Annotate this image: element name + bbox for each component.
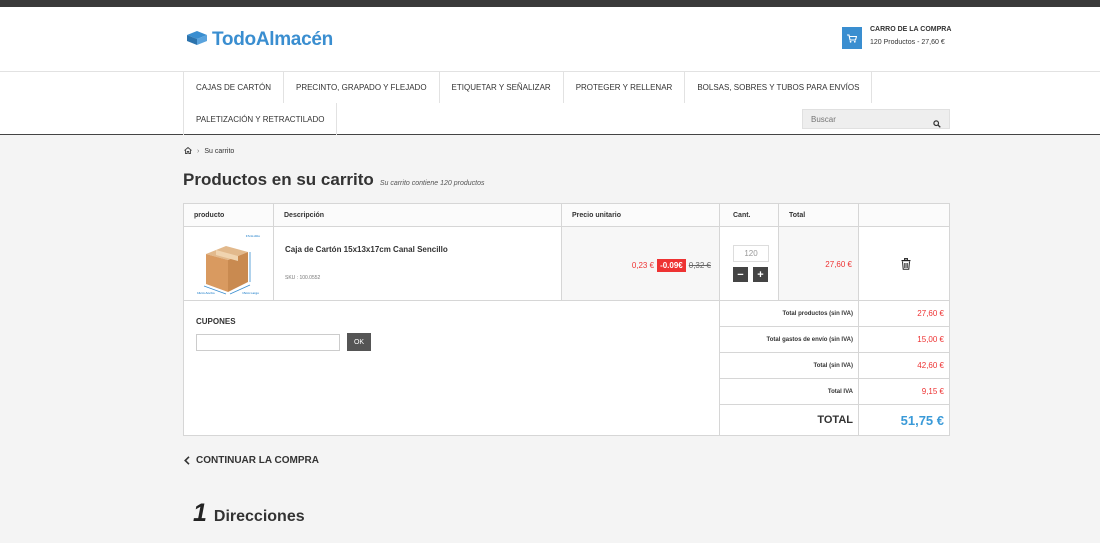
home-icon[interactable] bbox=[184, 146, 192, 156]
page-heading: Productos en su carrito bbox=[183, 170, 374, 189]
qty-cell: − + bbox=[720, 227, 779, 301]
cart-title: CARRO DE LA COMPRA bbox=[870, 26, 952, 33]
th-actions bbox=[859, 204, 949, 227]
product-image-cell: 17cm Alto 13cm Ancho 15cm Largo bbox=[184, 227, 274, 301]
th-total: Total bbox=[779, 204, 859, 227]
th-qty: Cant. bbox=[720, 204, 779, 227]
th-unit-price: Precio unitario bbox=[562, 204, 720, 227]
header: TodoAlmacén CARRO DE LA COMPRA 120 Produ… bbox=[0, 7, 1100, 72]
coupon-input[interactable] bbox=[196, 334, 340, 351]
delete-cell bbox=[859, 227, 949, 301]
nav-row-2: PALETIZACIÓN Y RETRACTILADO bbox=[183, 103, 338, 135]
header-cart[interactable]: CARRO DE LA COMPRA 120 Productos - 27,60… bbox=[842, 26, 951, 49]
logo[interactable]: TodoAlmacén bbox=[185, 29, 333, 51]
cart-icon[interactable] bbox=[842, 27, 862, 49]
product-description-cell: Caja de Cartón 15x13x17cm Canal Sencillo… bbox=[274, 227, 562, 301]
unit-price-cell: 0,23 € -0.09€ 0,32 € bbox=[562, 227, 720, 301]
breadcrumb-current: Su carrito bbox=[204, 148, 235, 155]
logo-text: TodoAlmacén bbox=[212, 29, 333, 50]
summary-value: 42,60 € bbox=[917, 361, 944, 370]
search-input[interactable] bbox=[803, 114, 923, 124]
nav-row-1: CAJAS DE CARTÓN PRECINTO, GRAPADO Y FLEJ… bbox=[183, 72, 873, 103]
breadcrumb: › Su carrito bbox=[184, 146, 235, 156]
unit-price: 0,23 € bbox=[631, 261, 655, 270]
summary-total-row: TOTAL 51,75 € bbox=[720, 405, 950, 435]
decrease-qty-button[interactable]: − bbox=[733, 267, 748, 282]
total-label: TOTAL bbox=[720, 405, 859, 435]
product-image[interactable]: 17cm Alto 13cm Ancho 15cm Largo bbox=[196, 232, 260, 296]
top-bar bbox=[0, 0, 1100, 7]
th-description: Descripción bbox=[274, 204, 562, 227]
increase-qty-button[interactable]: + bbox=[753, 267, 768, 282]
breadcrumb-chevron-icon: › bbox=[197, 148, 200, 155]
quantity-input[interactable] bbox=[733, 245, 769, 262]
row-total-cell: 27,60 € bbox=[779, 227, 859, 301]
image-label-alto: 17cm Alto bbox=[245, 234, 260, 238]
nav-item-bolsas[interactable]: BOLSAS, SOBRES Y TUBOS PARA ENVÍOS bbox=[685, 72, 873, 103]
old-price: 0,32 € bbox=[688, 261, 711, 270]
cart-table: producto Descripción Precio unitario Can… bbox=[183, 203, 950, 436]
summary-label: Total productos (sin IVA) bbox=[720, 301, 859, 326]
step-number: 1 bbox=[193, 499, 207, 527]
th-product: producto bbox=[184, 204, 274, 227]
summary-value: 9,15 € bbox=[921, 387, 944, 396]
image-label-ancho: 13cm Ancho bbox=[197, 291, 215, 295]
summary-value: 15,00 € bbox=[917, 335, 944, 344]
coupons-title: CUPONES bbox=[196, 317, 236, 326]
summary-row: Total gastos de envío (sin IVA) 15,00 € bbox=[720, 327, 950, 353]
summary-row: Total productos (sin IVA) 27,60 € bbox=[720, 301, 950, 327]
summary-row: Total IVA 9,15 € bbox=[720, 379, 950, 405]
discount-badge: -0.09€ bbox=[657, 259, 686, 272]
continue-shopping-link[interactable]: CONTINUAR LA COMPRA bbox=[184, 455, 319, 466]
page-title: Productos en su carrito Su carrito conti… bbox=[183, 170, 485, 190]
product-sku: SKU : 100.0552 bbox=[285, 275, 321, 281]
total-value: 51,75 € bbox=[900, 412, 944, 428]
coupons-section: CUPONES OK bbox=[184, 301, 720, 436]
product-name[interactable]: Caja de Cartón 15x13x17cm Canal Sencillo bbox=[285, 245, 448, 254]
main-nav: CAJAS DE CARTÓN PRECINTO, GRAPADO Y FLEJ… bbox=[0, 71, 1100, 135]
search-icon[interactable] bbox=[933, 115, 941, 133]
nav-item-paletizacion[interactable]: PALETIZACIÓN Y RETRACTILADO bbox=[183, 103, 338, 135]
nav-item-etiquetar[interactable]: ETIQUETAR Y SEÑALIZAR bbox=[440, 72, 564, 103]
coupon-ok-button[interactable]: OK bbox=[347, 333, 371, 351]
continue-shopping-label: CONTINUAR LA COMPRA bbox=[196, 455, 319, 466]
nav-item-cajas[interactable]: CAJAS DE CARTÓN bbox=[183, 72, 284, 103]
summary-label: Total IVA bbox=[720, 379, 859, 404]
step-title: Direcciones bbox=[213, 508, 305, 525]
trash-icon[interactable] bbox=[901, 257, 911, 275]
summary-value: 27,60 € bbox=[917, 309, 944, 318]
nav-item-precinto[interactable]: PRECINTO, GRAPADO Y FLEJADO bbox=[284, 72, 440, 103]
row-total: 27,60 € bbox=[825, 260, 852, 269]
summary-label: Total (sin IVA) bbox=[720, 353, 859, 378]
cart-summary: 120 Productos - 27,60 € bbox=[870, 39, 945, 46]
chevron-left-icon bbox=[184, 456, 190, 465]
step-heading: 1 Direcciones bbox=[193, 499, 305, 528]
image-label-largo: 15cm Largo bbox=[242, 291, 259, 295]
page-subtitle: Su carrito contiene 120 productos bbox=[379, 180, 485, 187]
summary-label: Total gastos de envío (sin IVA) bbox=[720, 327, 859, 352]
box-logo-icon bbox=[185, 30, 209, 51]
nav-item-proteger[interactable]: PROTEGER Y RELLENAR bbox=[564, 72, 686, 103]
search-box bbox=[802, 109, 950, 129]
summary-row: Total (sin IVA) 42,60 € bbox=[720, 353, 950, 379]
